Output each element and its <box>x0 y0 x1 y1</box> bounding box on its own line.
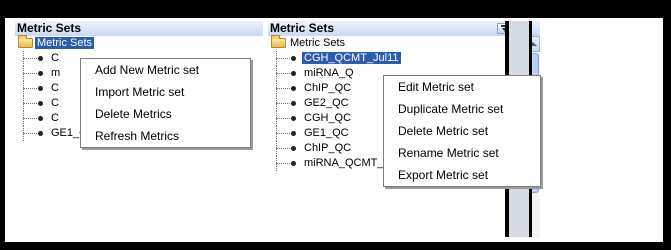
bullet-icon <box>38 116 43 121</box>
menu-item-rename-metric-set[interactable]: Rename Metric set <box>384 142 540 164</box>
panel-header: Metric Sets <box>268 21 540 36</box>
panel-title: Metric Sets <box>17 21 82 35</box>
tree-root-label: Metric Sets <box>290 37 346 49</box>
tree-root-metric-sets[interactable]: Metric Sets <box>17 35 95 50</box>
minimize-icon[interactable]: ¯ <box>85 21 92 33</box>
bullet-icon <box>291 56 296 61</box>
bullet-icon <box>291 146 296 151</box>
panel-title: Metric Sets <box>270 21 335 35</box>
bullet-icon <box>38 56 43 61</box>
menu-item-export-metric-set[interactable]: Export Metric set <box>384 164 540 186</box>
bullet-icon <box>38 86 43 91</box>
menu-item-duplicate-metric-set[interactable]: Duplicate Metric set <box>384 98 540 120</box>
menu-item-add-new-metric-set[interactable]: Add New Metric set <box>81 59 250 81</box>
menu-item-edit-metric-set[interactable]: Edit Metric set <box>384 76 540 98</box>
bullet-icon <box>38 71 43 76</box>
folder-icon <box>271 35 286 48</box>
bullet-icon <box>38 131 43 136</box>
context-menu-left: Add New Metric set Import Metric set Del… <box>80 58 251 148</box>
folder-icon <box>18 35 33 48</box>
tree-root-label: Metric Sets <box>35 37 95 49</box>
context-menu-right: Edit Metric set Duplicate Metric set Del… <box>383 75 541 187</box>
bullet-icon <box>291 161 296 166</box>
tree-item[interactable]: CGH_QCMT_Jul11 <box>276 51 411 66</box>
bullet-icon <box>291 101 296 106</box>
panel-header: Metric Sets ¯ <box>15 21 263 36</box>
bullet-icon <box>291 86 296 91</box>
bullet-icon <box>291 131 296 136</box>
bullet-icon <box>291 116 296 121</box>
tree-root-metric-sets[interactable]: Metric Sets <box>270 35 347 50</box>
menu-item-delete-metrics[interactable]: Delete Metrics <box>81 103 250 125</box>
bullet-icon <box>291 71 296 76</box>
menu-item-import-metric-set[interactable]: Import Metric set <box>81 81 250 103</box>
menu-item-refresh-metrics[interactable]: Refresh Metrics <box>81 125 250 147</box>
bullet-icon <box>38 101 43 106</box>
menu-item-delete-metric-set[interactable]: Delete Metric set <box>384 120 540 142</box>
